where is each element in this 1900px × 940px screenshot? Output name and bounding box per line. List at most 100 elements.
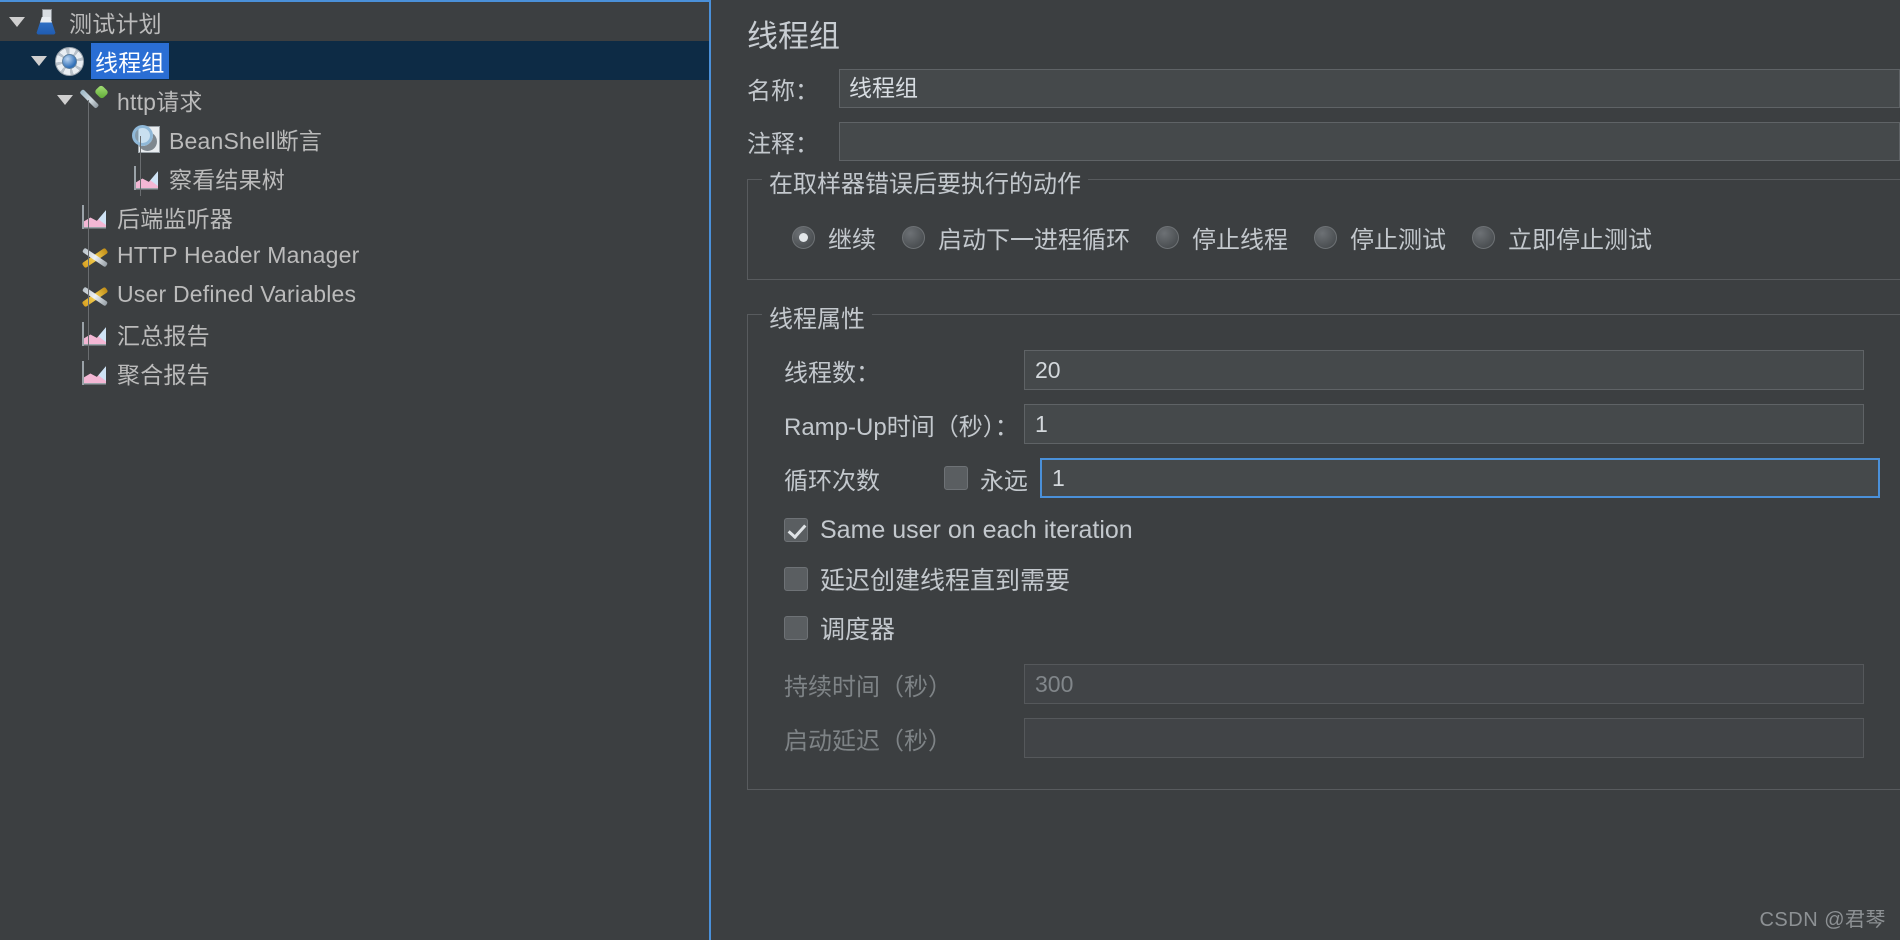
name-input[interactable]: 线程组 [839, 69, 1900, 109]
radio-label: 启动下一进程循环 [938, 227, 1130, 255]
tree-item-thread-group[interactable]: 线程组 [0, 41, 709, 80]
radio-stop-test-now[interactable]: 立即停止测试 [1472, 220, 1652, 255]
gear-icon [52, 44, 86, 78]
loop-count-label: 循环次数 [784, 467, 880, 495]
tree-item-label: http请求 [117, 88, 203, 115]
chart-icon [78, 200, 112, 234]
assertion-icon [130, 122, 164, 156]
tree-item-aggregate-report[interactable]: 聚合报告 [0, 353, 709, 392]
tree-item-view-results-tree[interactable]: 察看结果树 [0, 158, 709, 197]
radio-indicator-icon[interactable] [1472, 226, 1495, 250]
chart-icon [78, 356, 112, 390]
startup-delay-input[interactable] [1024, 718, 1864, 759]
comment-input[interactable] [839, 122, 1900, 162]
loop-count-row: 循环次数 永远 1 [748, 457, 1900, 499]
scheduler-row[interactable]: 调度器 [748, 609, 1900, 647]
radio-start-next-thread-loop[interactable]: 启动下一进程循环 [902, 220, 1130, 255]
radio-continue[interactable]: 继续 [792, 220, 876, 255]
name-label: 名称： [747, 78, 819, 106]
tree-item-label: BeanShell断言 [169, 127, 323, 154]
delay-thread-creation-row[interactable]: 延迟创建线程直到需要 [748, 560, 1900, 598]
radio-label: 停止测试 [1350, 227, 1446, 255]
tree-item-label: 聚合报告 [117, 361, 210, 388]
radio-indicator-icon[interactable] [792, 226, 815, 250]
radio-indicator-icon[interactable] [902, 226, 925, 250]
tree-item-label: 察看结果树 [169, 166, 285, 193]
expand-toggle-icon[interactable] [26, 41, 52, 80]
sampler-error-action-group: 在取样器错误后要执行的动作 继续 启动下一进程循环 停止线程 停止测试 立即停止… [747, 164, 1900, 281]
tree-item-http-header-manager[interactable]: HTTP Header Manager [0, 236, 709, 275]
duration-label: 持续时间（秒） [784, 673, 952, 701]
scheduler-label: 调度器 [820, 616, 896, 645]
tree-item-user-defined-variables[interactable]: User Defined Variables [0, 275, 709, 314]
tree-item-label: 测试计划 [69, 10, 162, 37]
num-threads-input[interactable]: 20 [1024, 350, 1864, 391]
thread-group-editor: 线程组 名称： 线程组 注释： 在取样器错误后要执行的动作 继续 启动下一进程循… [711, 0, 1900, 940]
forever-label: 永远 [980, 467, 1028, 495]
loop-count-input[interactable]: 1 [1040, 458, 1880, 499]
comment-label: 注释： [747, 131, 819, 159]
delay-thread-creation-label: 延迟创建线程直到需要 [820, 567, 1071, 596]
duration-row: 持续时间（秒） 300 [748, 663, 1900, 705]
tree-item-label: 后端监听器 [117, 205, 233, 232]
radio-stop-thread[interactable]: 停止线程 [1156, 220, 1288, 255]
tree-item-backend-listener[interactable]: 后端监听器 [0, 197, 709, 236]
pipette-icon [78, 83, 112, 117]
page-title: 线程组 [747, 19, 840, 54]
ramp-up-label: Ramp-Up时间（秒）： [784, 413, 1019, 441]
radio-indicator-icon[interactable] [1156, 226, 1179, 250]
expand-toggle-icon[interactable] [4, 2, 30, 41]
radio-label: 继续 [828, 227, 876, 255]
tree-item-label: 汇总报告 [117, 322, 210, 349]
thread-properties-group: 线程属性 线程数： 20 Ramp-Up时间（秒）： 1 循环次数 永远 1 S… [747, 299, 1900, 791]
ramp-up-row: Ramp-Up时间（秒）： 1 [748, 403, 1900, 445]
same-user-label: Same user on each iteration [820, 515, 1133, 544]
duration-input[interactable]: 300 [1024, 664, 1864, 705]
same-user-row[interactable]: Same user on each iteration [748, 511, 1900, 549]
jmeter-window: 测试计划 线程组 http请求 BeanShell断言 察看结果树 后端监听器 … [0, 0, 1900, 940]
tree-item-label: HTTP Header Manager [117, 242, 360, 268]
flask-icon [30, 5, 64, 39]
sampler-error-action-radios: 继续 启动下一进程循环 停止线程 停止测试 立即停止测试 [748, 202, 1900, 261]
radio-stop-test[interactable]: 停止测试 [1314, 220, 1446, 255]
ramp-up-input[interactable]: 1 [1024, 404, 1864, 445]
tools-icon [78, 278, 112, 312]
checkbox-indicator-icon[interactable] [784, 567, 808, 592]
tree-guide-line [140, 136, 141, 196]
num-threads-row: 线程数： 20 [748, 349, 1900, 391]
tree-item-beanshell-assertion[interactable]: BeanShell断言 [0, 119, 709, 158]
forever-checkbox[interactable]: 永远 [944, 461, 1028, 496]
watermark: CSDN @君琴 [1759, 909, 1886, 931]
checkbox-indicator-icon[interactable] [784, 518, 808, 543]
radio-indicator-icon[interactable] [1314, 226, 1337, 250]
tree-item-summary-report[interactable]: 汇总报告 [0, 314, 709, 353]
sampler-error-action-title: 在取样器错误后要执行的动作 [762, 164, 1088, 200]
thread-properties-title: 线程属性 [762, 299, 872, 335]
num-threads-label: 线程数： [784, 359, 880, 387]
tools-icon [78, 239, 112, 273]
checkbox-indicator-icon[interactable] [944, 466, 968, 491]
name-field-row: 名称： 线程组 [747, 69, 1900, 109]
expand-toggle-icon[interactable] [52, 80, 78, 119]
comment-field-row: 注释： [747, 122, 1900, 162]
checkbox-indicator-icon[interactable] [784, 616, 808, 641]
tree-item-test-plan[interactable]: 测试计划 [0, 2, 709, 41]
tree-item-label: User Defined Variables [117, 281, 357, 307]
startup-delay-row: 启动延迟（秒） [748, 717, 1900, 759]
chart-icon [130, 161, 164, 195]
test-plan-tree[interactable]: 测试计划 线程组 http请求 BeanShell断言 察看结果树 后端监听器 … [0, 0, 711, 940]
radio-label: 停止线程 [1192, 227, 1288, 255]
radio-label: 立即停止测试 [1508, 227, 1652, 255]
tree-item-http-request[interactable]: http请求 [0, 80, 709, 119]
startup-delay-label: 启动延迟（秒） [784, 727, 952, 755]
tree-guide-line [88, 100, 89, 360]
chart-icon [78, 317, 112, 351]
tree-item-label: 线程组 [91, 42, 169, 79]
